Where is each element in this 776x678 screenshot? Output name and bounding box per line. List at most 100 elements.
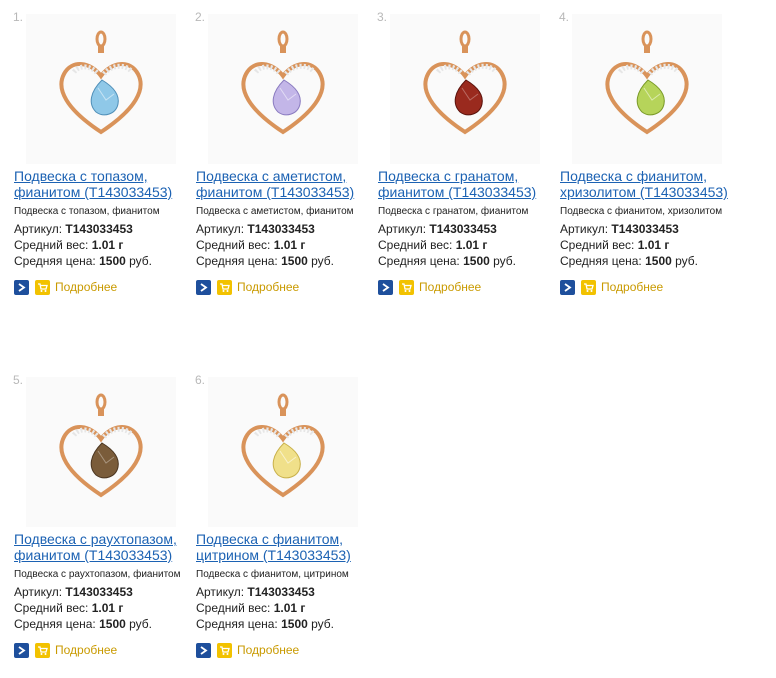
product-card: 2. Подвеска с аметистом, фианитом (Т1430… — [195, 10, 378, 300]
add-to-cart-button[interactable] — [35, 642, 50, 658]
price-label: Средняя цена: — [196, 254, 282, 268]
price-row: Средняя цена: 1500 руб. — [196, 254, 334, 268]
details-arrow-button[interactable] — [196, 279, 211, 295]
price-currency: руб. — [307, 254, 335, 268]
price-value: 1500 — [281, 254, 308, 268]
article-value: Т143033453 — [247, 585, 315, 599]
more-details-link[interactable]: Подробнее — [237, 643, 299, 657]
more-details-link[interactable]: Подробнее — [419, 280, 481, 294]
product-title-line1: Подвеска с раухтопазом, — [14, 531, 177, 547]
article-row: Артикул: Т143033453 — [560, 222, 679, 236]
product-title-link[interactable]: Подвеска с фианитом, хризолитом (Т143033… — [560, 168, 750, 200]
product-image[interactable] — [208, 14, 358, 164]
product-title-link[interactable]: Подвеска с гранатом, фианитом (Т14303345… — [378, 168, 568, 200]
product-image[interactable] — [208, 377, 358, 527]
product-card: 5. Подвеска с раухтопазом, фианитом (Т14… — [13, 373, 196, 663]
weight-value: 1.01 г — [455, 238, 488, 252]
product-title-line2: фианитом (Т143033453) — [196, 184, 355, 200]
article-label: Артикул: — [196, 585, 248, 599]
details-arrow-button[interactable] — [560, 279, 575, 295]
price-label: Средняя цена: — [196, 617, 282, 631]
article-row: Артикул: Т143033453 — [196, 222, 315, 236]
weight-label: Средний вес: — [196, 601, 274, 615]
price-label: Средняя цена: — [14, 617, 100, 631]
product-number: 6. — [195, 373, 206, 387]
add-to-cart-button[interactable] — [217, 279, 232, 295]
article-label: Артикул: — [14, 585, 66, 599]
product-title-link[interactable]: Подвеска с фианитом, цитрином (Т14303345… — [196, 531, 386, 563]
add-to-cart-button[interactable] — [399, 279, 414, 295]
product-title-line2: хризолитом (Т143033453) — [560, 184, 728, 200]
product-title-line2: фианитом (Т143033453) — [14, 184, 173, 200]
product-subtitle: Подвеска с аметистом, фианитом — [196, 206, 354, 217]
more-details-link[interactable]: Подробнее — [601, 280, 663, 294]
product-actions: Подробнее — [196, 642, 299, 658]
weight-row: Средний вес: 1.01 г — [196, 238, 305, 252]
price-currency: руб. — [125, 617, 153, 631]
weight-value: 1.01 г — [637, 238, 670, 252]
product-image[interactable] — [572, 14, 722, 164]
more-details-link[interactable]: Подробнее — [237, 280, 299, 294]
product-title-line2: цитрином (Т143033453) — [196, 547, 351, 563]
weight-label: Средний вес: — [378, 238, 456, 252]
weight-label: Средний вес: — [14, 601, 92, 615]
chevron-right-icon — [200, 282, 208, 292]
add-to-cart-button[interactable] — [35, 279, 50, 295]
add-to-cart-button[interactable] — [217, 642, 232, 658]
weight-row: Средний вес: 1.01 г — [14, 601, 123, 615]
cart-icon — [38, 645, 48, 655]
product-actions: Подробнее — [14, 642, 117, 658]
price-row: Средняя цена: 1500 руб. — [14, 617, 152, 631]
product-image[interactable] — [26, 14, 176, 164]
weight-label: Средний вес: — [196, 238, 274, 252]
product-number: 4. — [559, 10, 570, 24]
more-details-link[interactable]: Подробнее — [55, 280, 117, 294]
weight-value: 1.01 г — [273, 238, 306, 252]
product-subtitle: Подвеска с топазом, фианитом — [14, 206, 160, 217]
product-title-link[interactable]: Подвеска с топазом, фианитом (Т143033453… — [14, 168, 204, 200]
product-title-link[interactable]: Подвеска с аметистом, фианитом (Т1430334… — [196, 168, 386, 200]
details-arrow-button[interactable] — [378, 279, 393, 295]
details-arrow-button[interactable] — [196, 642, 211, 658]
price-value: 1500 — [645, 254, 672, 268]
product-number: 3. — [377, 10, 388, 24]
chevron-right-icon — [382, 282, 390, 292]
price-label: Средняя цена: — [378, 254, 464, 268]
cart-icon — [38, 282, 48, 292]
chevron-right-icon — [18, 282, 26, 292]
product-actions: Подробнее — [378, 279, 481, 295]
weight-label: Средний вес: — [14, 238, 92, 252]
article-label: Артикул: — [196, 222, 248, 236]
add-to-cart-button[interactable] — [581, 279, 596, 295]
product-grid: 1. Подвеска с топазом, фианитом (Т143033… — [0, 0, 776, 678]
chevron-right-icon — [200, 645, 208, 655]
product-title-line2: фианитом (Т143033453) — [378, 184, 537, 200]
cart-icon — [220, 645, 230, 655]
cart-icon — [402, 282, 412, 292]
chevron-right-icon — [18, 645, 26, 655]
price-value: 1500 — [463, 254, 490, 268]
weight-row: Средний вес: 1.01 г — [378, 238, 487, 252]
product-title-link[interactable]: Подвеска с раухтопазом, фианитом (Т14303… — [14, 531, 204, 563]
product-card: 6. Подвеска с фианитом, цитрином (Т14303… — [195, 373, 378, 663]
details-arrow-button[interactable] — [14, 642, 29, 658]
price-value: 1500 — [281, 617, 308, 631]
more-details-link[interactable]: Подробнее — [55, 643, 117, 657]
price-value: 1500 — [99, 617, 126, 631]
product-image[interactable] — [390, 14, 540, 164]
product-title-line1: Подвеска с фианитом, — [560, 168, 708, 184]
details-arrow-button[interactable] — [14, 279, 29, 295]
weight-value: 1.01 г — [91, 238, 124, 252]
weight-row: Средний вес: 1.01 г — [196, 601, 305, 615]
product-image[interactable] — [26, 377, 176, 527]
pendant-image — [26, 377, 176, 527]
cart-icon — [220, 282, 230, 292]
pendant-image — [390, 14, 540, 164]
article-row: Артикул: Т143033453 — [14, 585, 133, 599]
article-value: Т143033453 — [65, 585, 133, 599]
product-card: 3. Подвеска с гранатом, фианитом (Т14303… — [377, 10, 560, 300]
chevron-right-icon — [564, 282, 572, 292]
product-title-line1: Подвеска с аметистом, — [196, 168, 347, 184]
article-label: Артикул: — [560, 222, 612, 236]
price-currency: руб. — [307, 617, 335, 631]
